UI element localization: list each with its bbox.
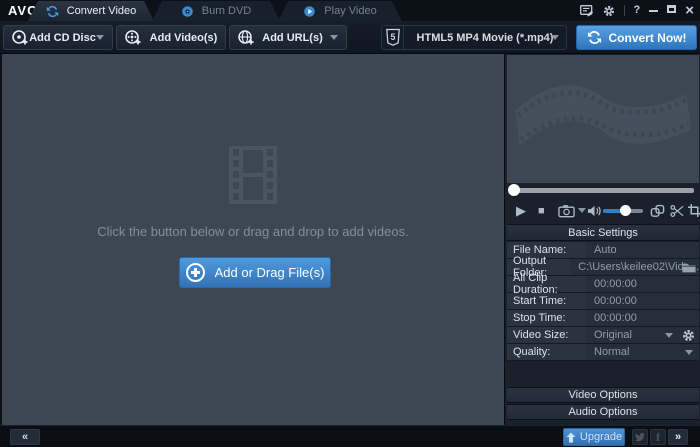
volume-knob[interactable]	[620, 205, 631, 216]
titlebar-separator	[623, 5, 625, 16]
basic-settings-header[interactable]: Basic Settings	[507, 224, 699, 241]
film-reel-add-icon	[124, 29, 142, 47]
add-cd-disc-button[interactable]: Add CD Disc	[3, 25, 113, 50]
chevron-down-icon[interactable]	[685, 350, 693, 355]
convert-refresh-icon	[587, 30, 602, 45]
seek-knob[interactable]	[508, 184, 520, 196]
settings-table: File Name: Auto Output Folder: C:\Users\…	[507, 242, 699, 361]
maximize-button[interactable]	[667, 5, 677, 16]
setting-row-stop-time: Stop Time: 00:00:00	[507, 310, 699, 327]
setting-row-quality: Quality: Normal	[507, 344, 699, 361]
upgrade-button[interactable]: Upgrade	[563, 428, 625, 446]
plus-circle-icon	[185, 263, 205, 282]
tab-burn-dvd[interactable]: Burn DVD	[152, 1, 280, 21]
collapse-panel-button[interactable]: «	[10, 429, 40, 445]
twitter-icon	[634, 432, 646, 442]
crop-button[interactable]	[688, 197, 700, 224]
output-format-value: HTML5 MP4 Movie (*.mp4)	[416, 31, 554, 44]
seek-track[interactable]	[513, 188, 694, 193]
play-circle-icon	[303, 5, 316, 18]
convert-refresh-icon	[46, 5, 59, 18]
snapshot-dropdown-caret[interactable]	[578, 197, 586, 224]
add-files-label: Add or Drag File(s)	[214, 265, 325, 280]
html5-badge: 5	[381, 25, 404, 50]
tab-convert-video[interactable]: Convert Video	[28, 1, 154, 21]
titlebar: AVC Convert Video Burn DVD Play Video ? …	[0, 0, 700, 21]
bottombar: « Upgrade f »	[0, 425, 700, 447]
preview-screen	[507, 55, 699, 183]
start-time-value[interactable]: 00:00:00	[586, 293, 699, 309]
setting-label: Video Size:	[507, 327, 586, 343]
add-or-drag-files-button[interactable]: Add or Drag File(s)	[179, 257, 331, 288]
setting-row-start-time: Start Time: 00:00:00	[507, 293, 699, 310]
output-format-select[interactable]: HTML5 MP4 Movie (*.mp4)	[404, 25, 567, 50]
quality-select[interactable]: Normal	[586, 344, 699, 360]
speaker-icon[interactable]	[587, 197, 602, 224]
minimize-button[interactable]	[649, 5, 659, 16]
audio-options-bar[interactable]: Audio Options	[507, 404, 699, 420]
facebook-button[interactable]: f	[650, 429, 666, 445]
all-clip-duration-value: 00:00:00	[586, 276, 699, 292]
film-strip-icon	[224, 146, 282, 209]
upgrade-arrow-icon	[566, 432, 576, 443]
seek-slider[interactable]	[507, 183, 699, 197]
setting-row-video-size: Video Size: Original	[507, 327, 699, 344]
add-videos-button[interactable]: Add Video(s)	[116, 25, 226, 50]
add-urls-label: Add URL(s)	[262, 31, 323, 44]
add-videos-label: Add Video(s)	[149, 31, 218, 44]
cd-disc-add-icon	[11, 29, 29, 47]
close-button[interactable]: ×	[685, 3, 694, 18]
convert-now-button[interactable]: Convert Now!	[576, 25, 697, 50]
setting-label: All Clip Duration:	[507, 272, 586, 296]
disc-icon	[181, 5, 194, 18]
video-size-gear-icon[interactable]	[682, 329, 695, 345]
convert-now-label: Convert Now!	[608, 30, 687, 45]
add-cd-disc-label: Add CD Disc	[29, 31, 96, 44]
merge-clips-button[interactable]	[650, 197, 665, 224]
help-button[interactable]: ?	[634, 5, 641, 16]
svg-text:5: 5	[390, 32, 395, 42]
chevron-down-icon[interactable]	[665, 333, 673, 338]
film-ribbon-watermark-icon	[513, 63, 693, 180]
feedback-log-icon[interactable]	[579, 4, 594, 17]
snapshot-camera-button[interactable]	[558, 197, 575, 224]
twitter-button[interactable]	[632, 429, 648, 445]
chevron-down-icon	[551, 35, 559, 40]
stop-button[interactable]: ■	[538, 197, 545, 224]
play-button[interactable]: ▶	[516, 197, 526, 224]
tab-label: Convert Video	[66, 5, 137, 17]
dropzone-hint: Click the button below or drag and drop …	[97, 224, 409, 239]
video-list-dropzone[interactable]: Click the button below or drag and drop …	[2, 54, 504, 425]
output-folder-value[interactable]: C:\Users\keilee02\Vide...	[570, 259, 699, 275]
tab-play-video[interactable]: Play Video	[278, 1, 402, 21]
trim-scissors-button[interactable]	[670, 197, 685, 224]
volume-slider[interactable]	[603, 205, 643, 216]
setting-row-all-clip-duration: All Clip Duration: 00:00:00	[507, 272, 699, 296]
video-options-bar[interactable]: Video Options	[507, 387, 699, 403]
chevron-down-icon	[330, 35, 338, 40]
stop-time-value[interactable]: 00:00:00	[586, 310, 699, 326]
globe-add-icon	[237, 29, 255, 47]
tab-label: Play Video	[324, 5, 377, 17]
video-size-select[interactable]: Original	[586, 327, 699, 343]
right-panel: ▶ ■ Basic Settings File Name: Auto Outpu…	[504, 54, 700, 425]
setting-label: Start Time:	[507, 293, 586, 309]
setting-label: Stop Time:	[507, 310, 586, 326]
toolbar: Add CD Disc Add Video(s) Add URL(s) 5 HT…	[0, 21, 700, 54]
gear-icon[interactable]	[603, 5, 615, 17]
file-name-value[interactable]: Auto	[586, 242, 699, 258]
upgrade-label: Upgrade	[579, 431, 623, 443]
setting-label: Quality:	[507, 344, 586, 360]
browse-folder-icon[interactable]	[682, 262, 696, 276]
chevron-down-icon	[96, 35, 104, 40]
facebook-icon: f	[656, 429, 660, 444]
playback-controls: ▶ ■	[507, 197, 700, 224]
add-urls-button[interactable]: Add URL(s)	[229, 25, 347, 50]
tab-label: Burn DVD	[201, 5, 252, 17]
expand-panel-button[interactable]: »	[668, 429, 688, 445]
